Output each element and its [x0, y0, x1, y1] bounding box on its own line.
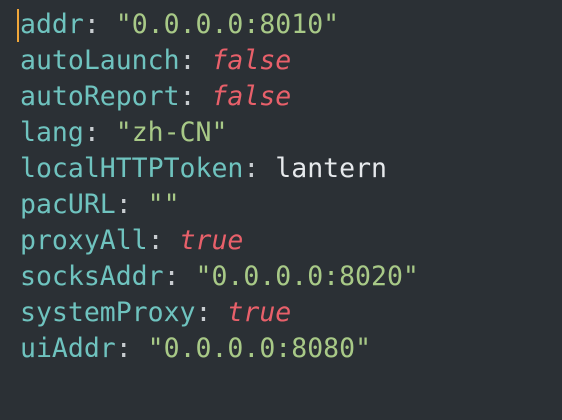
key-value-separator: : [195, 297, 228, 328]
yaml-key: socksAddr [20, 261, 164, 292]
key-value-separator: : [115, 189, 148, 220]
key-value-separator: : [147, 225, 180, 256]
key-value-separator: : [179, 81, 212, 112]
yaml-key: pacURL [20, 189, 116, 220]
yaml-string-value: "" [147, 189, 180, 220]
code-line-proxyall[interactable]: proxyAll: true [20, 223, 562, 259]
yaml-key: localHTTPToken [20, 153, 244, 184]
code-line-autoreport[interactable]: autoReport: false [20, 79, 562, 115]
yaml-key: uiAddr [20, 333, 116, 364]
key-value-separator: : [179, 45, 212, 76]
yaml-string-value: "0.0.0.0:8010" [115, 9, 340, 40]
key-value-separator: : [163, 261, 196, 292]
code-line-lang[interactable]: lang: "zh-CN" [20, 115, 562, 151]
key-value-separator: : [243, 153, 276, 184]
yaml-string-value: "zh-CN" [115, 117, 228, 148]
code-line-autolaunch[interactable]: autoLaunch: false [20, 43, 562, 79]
code-editor[interactable]: addr: "0.0.0.0:8010" autoLaunch: false a… [0, 0, 562, 420]
code-line-systemproxy[interactable]: systemProxy: true [20, 295, 562, 331]
yaml-boolean-value: false [211, 81, 292, 112]
key-value-separator: : [83, 9, 116, 40]
yaml-key: systemProxy [20, 297, 196, 328]
yaml-key: autoReport [20, 81, 180, 112]
yaml-boolean-value: true [179, 225, 244, 256]
code-line-pacurl[interactable]: pacURL: "" [20, 187, 562, 223]
yaml-plain-value: lantern [275, 153, 387, 184]
yaml-string-value: "0.0.0.0:8020" [195, 261, 419, 292]
code-line-addr[interactable]: addr: "0.0.0.0:8010" [20, 7, 562, 43]
yaml-key: proxyAll [20, 225, 148, 256]
yaml-boolean-value: false [211, 45, 292, 76]
code-line-uiaddr[interactable]: uiAddr: "0.0.0.0:8080" [20, 331, 562, 367]
text-cursor [17, 9, 19, 42]
code-line-socksaddr[interactable]: socksAddr: "0.0.0.0:8020" [20, 259, 562, 295]
yaml-key: autoLaunch [20, 45, 180, 76]
yaml-key: addr [20, 9, 84, 40]
key-value-separator: : [83, 117, 116, 148]
code-line-localhttptoken[interactable]: localHTTPToken: lantern [20, 151, 562, 187]
key-value-separator: : [115, 333, 148, 364]
yaml-string-value: "0.0.0.0:8080" [147, 333, 372, 364]
yaml-boolean-value: true [227, 297, 292, 328]
yaml-key: lang [20, 117, 84, 148]
